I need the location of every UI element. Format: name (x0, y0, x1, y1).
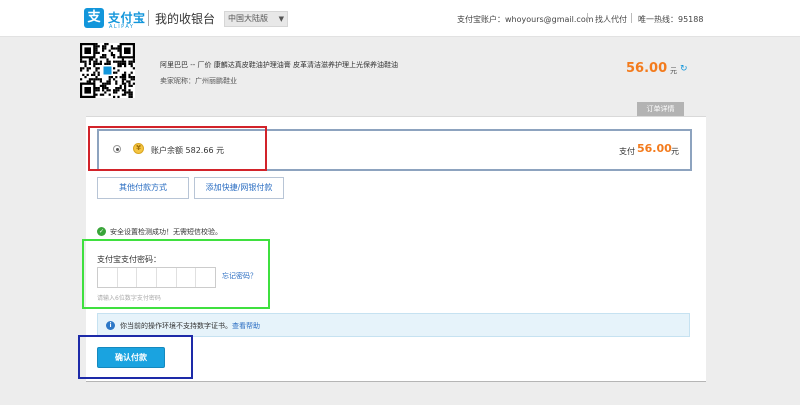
region-select-value: 中国大陆版 (228, 14, 268, 23)
help-link[interactable]: 查看帮助 (232, 322, 260, 330)
seller-name: 卖家昵称：广州丽鹏鞋业 (160, 77, 237, 85)
pay-label: 支付 (619, 147, 635, 156)
other-payment-button[interactable]: 其他付款方式 (97, 177, 189, 199)
header-divider (587, 13, 588, 23)
order-amount-unit: 元 (670, 67, 677, 75)
pay-unit: 元 (671, 147, 679, 156)
refresh-icon[interactable]: ↻ (680, 64, 688, 74)
password-hint: 请输入6位数字支付密码 (97, 295, 161, 302)
password-input[interactable] (97, 267, 216, 288)
add-card-button[interactable]: 添加快捷/网银付款 (194, 177, 284, 199)
password-digit-cell (196, 268, 215, 287)
header-divider (631, 13, 632, 23)
pay-amount: 56.00 (637, 142, 672, 155)
panel-bottom-border (86, 381, 706, 382)
password-digit-cell (118, 268, 138, 287)
security-check-text: 安全设置检测成功！无需短信校验。 (110, 228, 222, 236)
page-title: 我的收银台 (155, 12, 216, 26)
qr-code (80, 43, 135, 98)
chevron-down-icon: ▼ (278, 15, 284, 23)
logo-divider (148, 10, 149, 26)
agent-pay-link[interactable]: 找人代付 (595, 14, 627, 25)
info-text: 你当前的操作环境不支持数字证书。查看帮助 (120, 321, 260, 331)
check-icon: ✓ (97, 227, 106, 236)
region-select[interactable]: 中国大陆版 ▼ (224, 11, 288, 27)
password-digit-cell (137, 268, 158, 287)
password-label: 支付宝支付密码： (97, 255, 161, 264)
alipay-logo-icon[interactable]: 支 (84, 8, 104, 28)
logo-subtext: ALIPAY (109, 24, 135, 30)
order-amount: 56.00 (626, 61, 668, 76)
info-icon: i (106, 321, 115, 330)
info-message: 你当前的操作环境不支持数字证书。 (120, 322, 232, 330)
password-digit-cell (98, 268, 118, 287)
highlight-box-red (88, 126, 267, 171)
hotline-text: 唯一热线：95188 (638, 15, 704, 24)
password-digit-cell (177, 268, 197, 287)
account-info: 支付宝账户：whoyours@gmail.com (457, 15, 594, 24)
password-digit-cell (157, 268, 177, 287)
forgot-password-link[interactable]: 忘记密码？ (222, 271, 257, 281)
order-detail-tab[interactable]: 订单详情 (637, 102, 684, 116)
confirm-payment-button[interactable]: 确认付款 (97, 347, 165, 368)
order-title: 阿里巴巴 -- 厂价 康麟达真皮鞋油护理油膏 皮革清洁滋养护理上光保养油鞋油 (160, 61, 398, 69)
